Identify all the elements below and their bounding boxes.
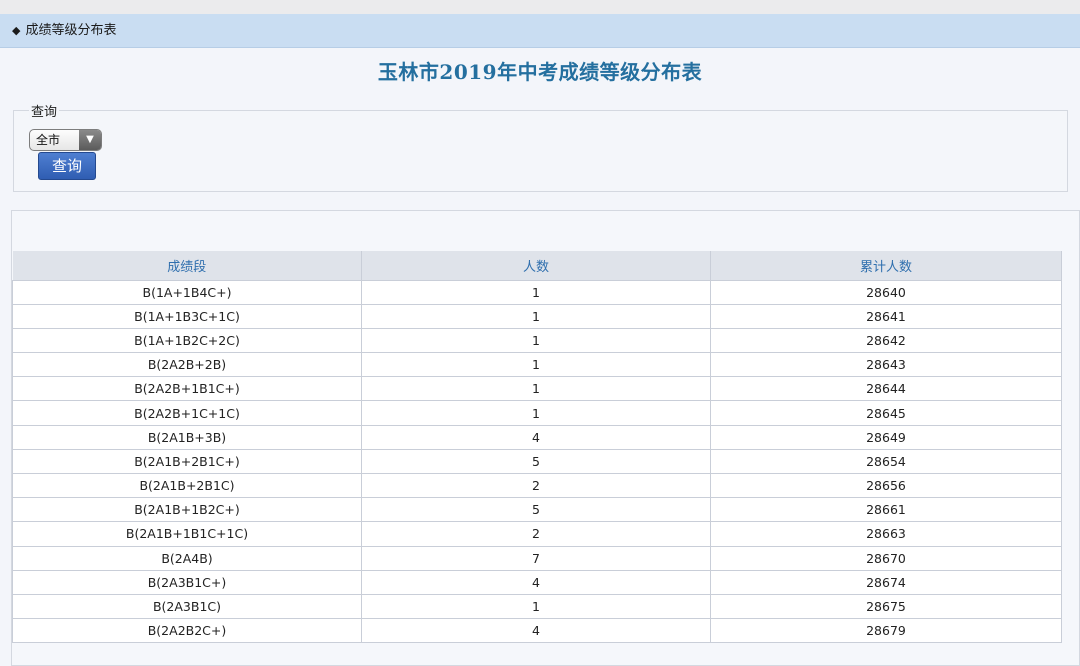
table-row: B(2A1B+1B2C+) 5 28661 [12,497,1062,523]
table-row: B(2A2B+2B) 1 28643 [12,352,1062,378]
cell-grade: B(2A1B+3B) [12,424,362,450]
cell-count: 7 [361,545,711,571]
cell-count: 5 [361,448,711,475]
table-row: B(2A2B2C+) 4 28679 [12,618,1062,644]
cell-count: 4 [361,618,711,644]
table-row: B(2A3B1C+) 4 28674 [12,569,1062,595]
cell-cumulative: 28641 [710,303,1062,329]
table-row: B(1A+1B4C+) 1 28640 [12,279,1062,305]
cell-grade: B(2A1B+2B1C+) [12,448,362,475]
cell-count: 4 [361,569,711,595]
breadcrumb-label: 成绩等级分布表 [25,23,117,38]
cell-cumulative: 28642 [710,327,1062,354]
cell-count: 4 [361,424,711,450]
cell-cumulative: 28640 [710,279,1062,305]
cell-cumulative: 28679 [710,618,1062,644]
query-legend: 查询 [29,101,60,120]
table-header-row: 成绩段 人数 累计人数 [12,251,1062,280]
cell-cumulative: 28654 [710,448,1062,475]
cell-cumulative: 28656 [710,472,1062,499]
cell-count: 1 [361,593,711,620]
cell-count: 1 [361,400,711,426]
dropdown-arrow-icon[interactable]: ▼ [79,130,101,150]
cell-grade: B(2A2B2C+) [12,618,362,644]
table-row: B(1A+1B2C+2C) 1 28642 [12,327,1062,354]
table-row: B(2A1B+3B) 4 28649 [12,424,1062,450]
cell-cumulative: 28643 [710,352,1062,378]
query-fieldset [13,110,1068,192]
page-title: 玉林市2019年中考成绩等级分布表 [377,60,703,84]
cell-count: 1 [361,352,711,378]
cell-cumulative: 28645 [710,400,1062,426]
table-row: B(2A1B+2B1C+) 5 28654 [12,448,1062,475]
cell-grade: B(2A3B1C+) [12,569,362,595]
table-row: B(2A3B1C) 1 28675 [12,593,1062,620]
cell-count: 2 [361,472,711,499]
column-header-grade[interactable]: 成绩段 [12,251,362,280]
table-row: B(1A+1B3C+1C) 1 28641 [12,303,1062,329]
cell-grade: B(1A+1B4C+) [12,279,362,305]
cell-count: 1 [361,376,711,402]
cell-cumulative: 28674 [710,569,1062,595]
cell-grade: B(2A2B+1B1C+) [12,376,362,402]
grade-distribution-table: 成绩段 人数 累计人数 B(1A+1B4C+) 1 28640 B(1A+1B3C+… [12,251,1062,644]
breadcrumb: ◆ 成绩等级分布表 [0,14,1080,48]
table-row: B(2A2B+1C+1C) 1 28645 [12,400,1062,426]
cell-grade: B(2A4B) [12,545,362,571]
cell-grade: B(1A+1B2C+2C) [12,327,362,354]
cell-grade: B(2A1B+2B1C) [12,472,362,499]
cell-grade: B(2A2B+1C+1C) [12,400,362,426]
column-header-count[interactable]: 人数 [361,251,711,280]
cell-cumulative: 28661 [710,497,1062,523]
cell-count: 1 [361,327,711,354]
cell-cumulative: 28644 [710,376,1062,402]
cell-count: 1 [361,303,711,329]
cell-count: 2 [361,521,711,547]
cell-grade: B(2A2B+2B) [12,352,362,378]
table-row: B(2A1B+1B1C+1C) 2 28663 [12,521,1062,547]
table-row: B(2A4B) 7 28670 [12,545,1062,571]
cell-cumulative: 28663 [710,521,1062,547]
cell-grade: B(2A1B+1B1C+1C) [12,521,362,547]
cell-count: 1 [361,279,711,305]
region-select-value: 全市 [36,133,61,147]
cell-grade: B(2A3B1C) [12,593,362,620]
diamond-icon: ◆ [12,24,21,37]
table-row: B(2A1B+2B1C) 2 28656 [12,472,1062,499]
cell-cumulative: 28649 [710,424,1062,450]
cell-cumulative: 28675 [710,593,1062,620]
table-row: B(2A2B+1B1C+) 1 28644 [12,376,1062,402]
cell-grade: B(2A1B+1B2C+) [12,497,362,523]
cell-count: 5 [361,497,711,523]
region-select[interactable]: 全市 ▼ [29,129,102,151]
top-strip [0,0,1080,14]
cell-cumulative: 28670 [710,545,1062,571]
column-header-cumulative[interactable]: 累计人数 [710,251,1062,280]
cell-grade: B(1A+1B3C+1C) [12,303,362,329]
query-button[interactable]: 查询 [38,152,96,180]
